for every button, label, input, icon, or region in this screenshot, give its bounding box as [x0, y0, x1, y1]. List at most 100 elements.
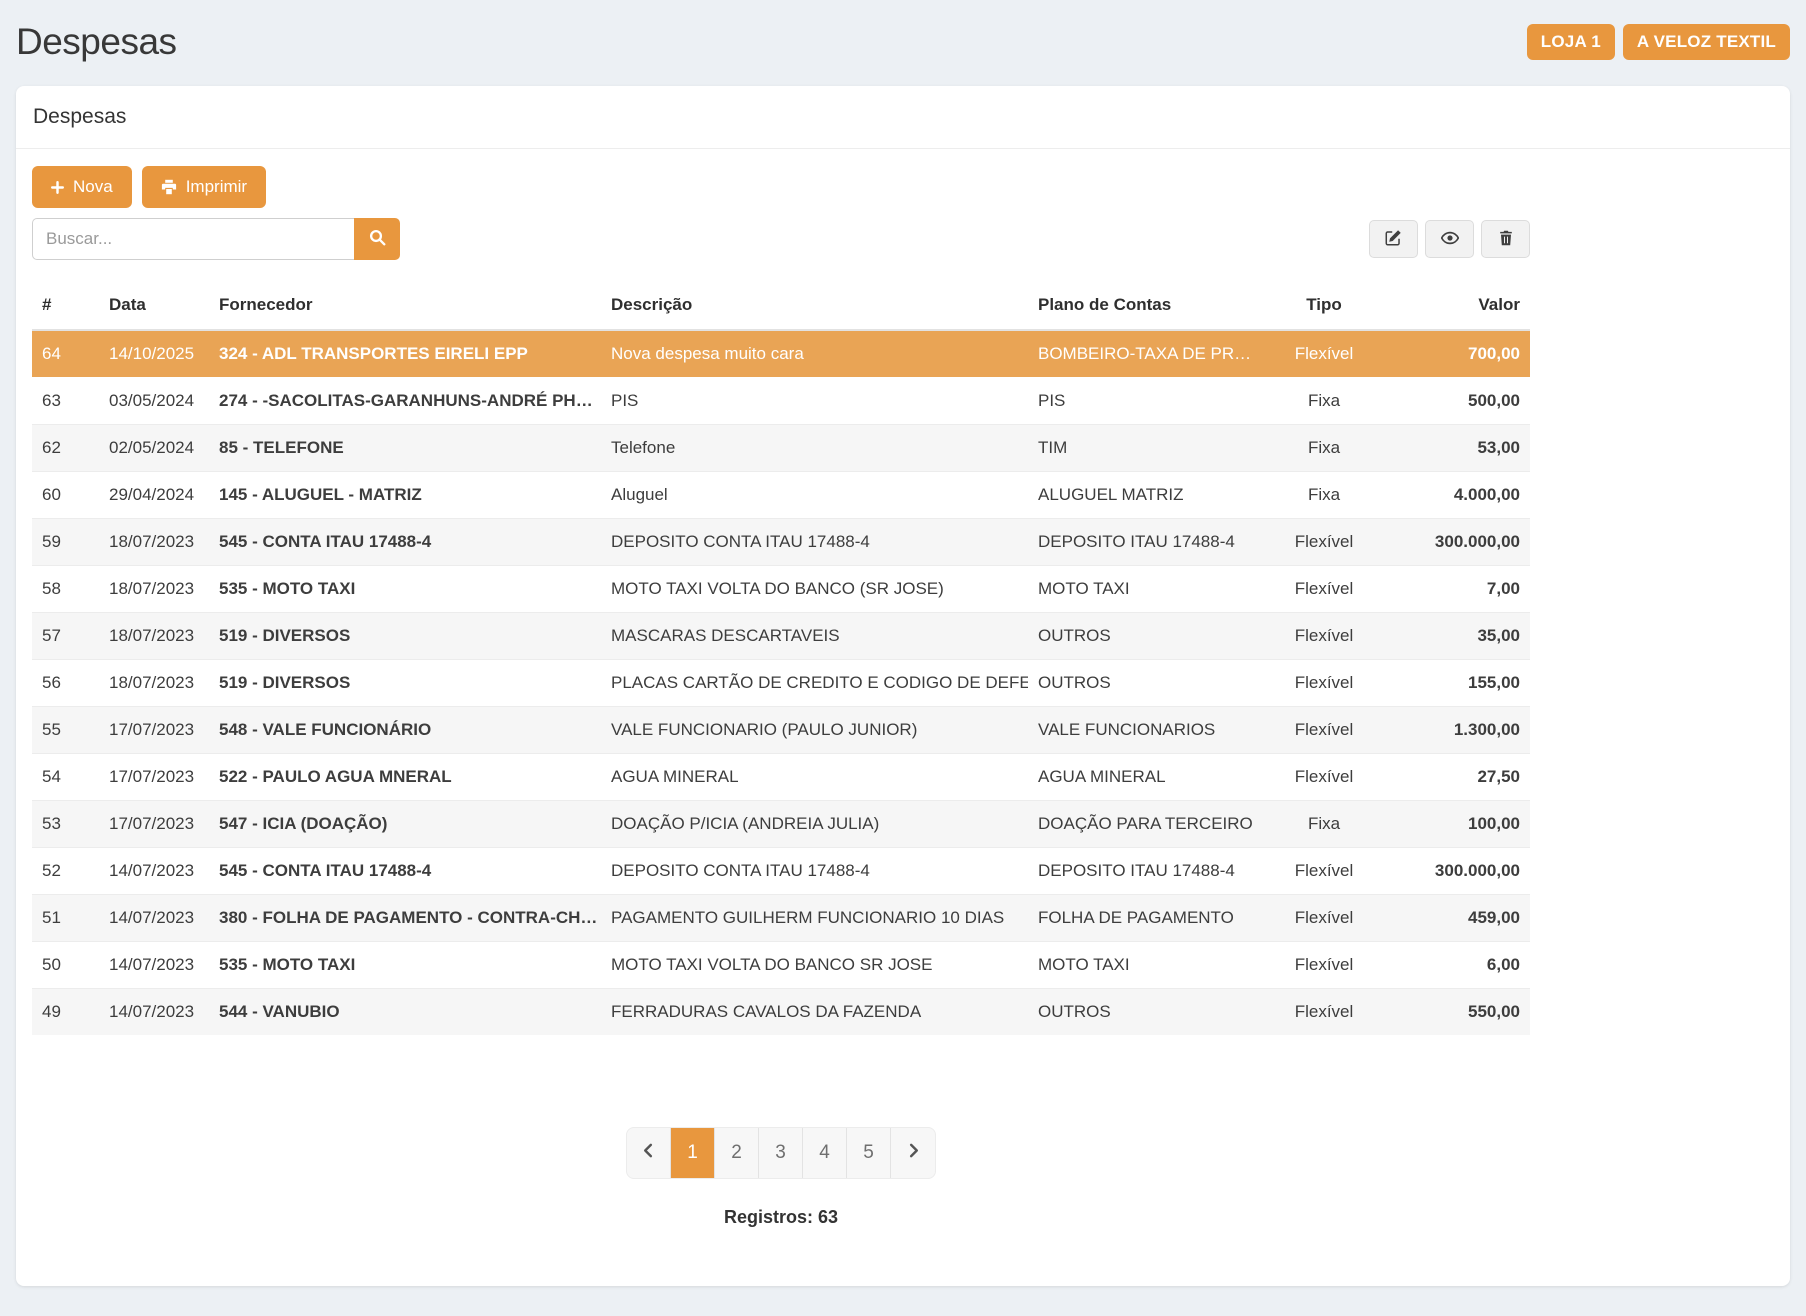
edit-button[interactable] [1369, 220, 1418, 258]
row-date: 17/07/2023 [99, 801, 209, 848]
row-date: 18/07/2023 [99, 613, 209, 660]
row-valor: 300.000,00 [1370, 519, 1530, 566]
pagination-page-3[interactable]: 3 [759, 1128, 803, 1178]
table-row[interactable]: 5718/07/2023519 - DIVERSOSMASCARAS DESCA… [32, 613, 1530, 660]
row-valor: 53,00 [1370, 425, 1530, 472]
table-row[interactable]: 6202/05/202485 - TELEFONETelefoneTIMFixa… [32, 425, 1530, 472]
table-row[interactable]: 5317/07/2023547 - ICIA (DOAÇÃO)DOAÇÃO P/… [32, 801, 1530, 848]
table-row[interactable]: 5818/07/2023535 - MOTO TAXIMOTO TAXI VOL… [32, 566, 1530, 613]
search-group [32, 218, 400, 260]
pagination-page-4[interactable]: 4 [803, 1128, 847, 1178]
col-header-fornecedor: Fornecedor [209, 282, 601, 330]
table-row[interactable]: 5517/07/2023548 - VALE FUNCIONÁRIO VALE F… [32, 707, 1530, 754]
expenses-table-body: 6414/10/2025324 - ADL TRANSPORTES EIRELI… [32, 330, 1530, 1035]
store-badge[interactable]: LOJA 1 [1527, 24, 1615, 60]
row-tipo: Fixa [1278, 472, 1370, 519]
row-id: 62 [32, 425, 99, 472]
row-tipo: Fixa [1278, 378, 1370, 425]
row-descricao: PLACAS CARTÃO DE CREDITO E CODIGO DE DEF… [601, 660, 1028, 707]
row-date: 17/07/2023 [99, 707, 209, 754]
pagination-page-2[interactable]: 2 [715, 1128, 759, 1178]
row-fornecedor: 547 - ICIA (DOAÇÃO) [209, 801, 601, 848]
row-date: 29/04/2024 [99, 472, 209, 519]
table-row[interactable]: 5214/07/2023545 - CONTA ITAU 17488-4DEPO… [32, 848, 1530, 895]
row-tipo: Flexível [1278, 519, 1370, 566]
row-valor: 459,00 [1370, 895, 1530, 942]
row-plano: MOTO TAXI [1028, 942, 1278, 989]
card-body: Nova Imprimir [16, 149, 1790, 1286]
pagination-wrap: 12345 [32, 1127, 1530, 1179]
row-date: 17/07/2023 [99, 754, 209, 801]
page-header: Despesas LOJA 1 A VELOZ TEXTIL [0, 0, 1806, 86]
table-row[interactable]: 5114/07/2023380 - FOLHA DE PAGAMENTO - C… [32, 895, 1530, 942]
row-id: 63 [32, 378, 99, 425]
row-descricao: PAGAMENTO GUILHERM FUNCIONARIO 10 DIAS [601, 895, 1028, 942]
printer-icon [161, 179, 177, 195]
row-tipo: Fixa [1278, 425, 1370, 472]
table-row[interactable]: 5918/07/2023545 - CONTA ITAU 17488-4DEPO… [32, 519, 1530, 566]
row-descricao: PIS [601, 378, 1028, 425]
expenses-table: # Data Fornecedor Descrição Plano de Con… [32, 282, 1530, 1035]
row-valor: 550,00 [1370, 989, 1530, 1036]
table-row[interactable]: 6414/10/2025324 - ADL TRANSPORTES EIRELI… [32, 330, 1530, 378]
chevron-right-icon [906, 1142, 921, 1164]
row-tipo: Flexível [1278, 989, 1370, 1036]
row-date: 18/07/2023 [99, 519, 209, 566]
col-header-plano: Plano de Contas [1028, 282, 1278, 330]
row-date: 18/07/2023 [99, 566, 209, 613]
company-badge[interactable]: A VELOZ TEXTIL [1623, 24, 1790, 60]
row-id: 58 [32, 566, 99, 613]
nova-button[interactable]: Nova [32, 166, 132, 208]
table-row[interactable]: 6303/05/2024274 - -SACOLITAS-GARANHUNS-A… [32, 378, 1530, 425]
row-fornecedor: 548 - VALE FUNCIONÁRIO [209, 707, 601, 754]
pagination: 12345 [626, 1127, 936, 1179]
table-row[interactable]: 4914/07/2023544 - VANUBIOFERRADURAS CAVA… [32, 989, 1530, 1036]
pagination-prev[interactable] [627, 1128, 671, 1178]
row-action-buttons [1369, 220, 1530, 258]
search-input[interactable] [32, 218, 354, 260]
table-row[interactable]: 5618/07/2023519 - DIVERSOSPLACAS CARTÃO … [32, 660, 1530, 707]
row-id: 51 [32, 895, 99, 942]
row-fornecedor: 145 - ALUGUEL - MATRIZ [209, 472, 601, 519]
plus-icon [51, 181, 64, 194]
pagination-page-5[interactable]: 5 [847, 1128, 891, 1178]
row-fornecedor: 274 - -SACOLITAS-GARANHUNS-ANDRÉ PH… [209, 378, 601, 425]
table-row[interactable]: 6029/04/2024145 - ALUGUEL - MATRIZAlugue… [32, 472, 1530, 519]
row-descricao: FERRADURAS CAVALOS DA FAZENDA [601, 989, 1028, 1036]
row-valor: 4.000,00 [1370, 472, 1530, 519]
edit-icon [1385, 229, 1402, 249]
col-header-id: # [32, 282, 99, 330]
pagination-next[interactable] [891, 1128, 935, 1178]
pagination-page-1[interactable]: 1 [671, 1128, 715, 1178]
row-id: 59 [32, 519, 99, 566]
row-plano: VALE FUNCIONARIOS [1028, 707, 1278, 754]
row-id: 50 [32, 942, 99, 989]
card-header: Despesas [16, 86, 1790, 149]
row-valor: 35,00 [1370, 613, 1530, 660]
row-valor: 6,00 [1370, 942, 1530, 989]
row-id: 49 [32, 989, 99, 1036]
table-row[interactable]: 5014/07/2023535 - MOTO TAXIMOTO TAXI VOL… [32, 942, 1530, 989]
row-fornecedor: 535 - MOTO TAXI [209, 566, 601, 613]
row-fornecedor: 85 - TELEFONE [209, 425, 601, 472]
row-plano: ALUGUEL MATRIZ [1028, 472, 1278, 519]
row-tipo: Flexível [1278, 613, 1370, 660]
row-date: 14/07/2023 [99, 989, 209, 1036]
row-descricao: DEPOSITO CONTA ITAU 17488-4 [601, 848, 1028, 895]
table-row[interactable]: 5417/07/2023522 - PAULO AGUA MNERALAGUA … [32, 754, 1530, 801]
view-button[interactable] [1425, 220, 1474, 258]
row-id: 64 [32, 330, 99, 378]
imprimir-button[interactable]: Imprimir [142, 166, 266, 208]
row-plano: OUTROS [1028, 660, 1278, 707]
row-valor: 7,00 [1370, 566, 1530, 613]
delete-button[interactable] [1481, 220, 1530, 258]
row-plano: DOAÇÃO PARA TERCEIRO [1028, 801, 1278, 848]
row-tipo: Flexível [1278, 660, 1370, 707]
search-row [32, 218, 1530, 260]
row-id: 55 [32, 707, 99, 754]
row-id: 60 [32, 472, 99, 519]
header-badges: LOJA 1 A VELOZ TEXTIL [1527, 24, 1790, 60]
search-button[interactable] [354, 218, 400, 260]
col-header-tipo: Tipo [1278, 282, 1370, 330]
row-tipo: Fixa [1278, 801, 1370, 848]
